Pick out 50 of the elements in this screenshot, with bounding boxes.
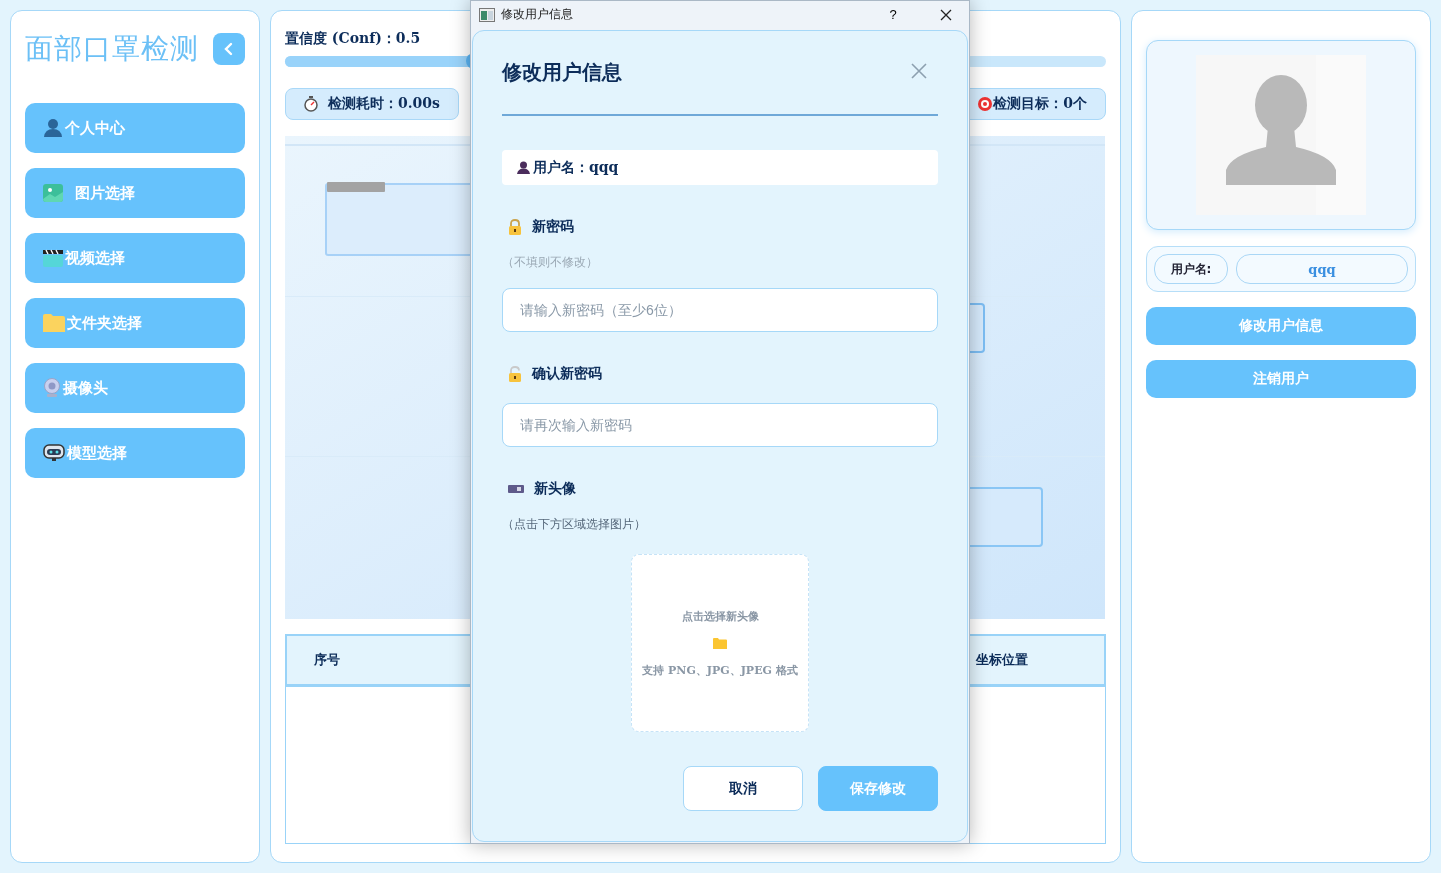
close-icon	[940, 8, 952, 21]
avatar-upload-area[interactable]: 点击选择新头像 支持 PNG、JPG、JPEG 格式	[631, 554, 809, 732]
upload-formats: 支持 PNG、JPG、JPEG 格式	[642, 662, 798, 678]
stopwatch-icon	[304, 96, 318, 112]
menu-button[interactable]: 摄像头	[25, 363, 245, 413]
menu-button[interactable]: 视频选择	[25, 233, 245, 283]
field-label: 确认新密码	[532, 365, 602, 383]
id-card-icon	[508, 485, 524, 493]
detection-time-stat: 检测耗时：0.00s	[285, 88, 459, 120]
cancel-button[interactable]: 取消	[683, 766, 803, 811]
webcam-icon	[43, 378, 61, 398]
chevron-left-icon	[223, 42, 235, 56]
field-hint: （点击下方区域选择图片）	[502, 516, 647, 532]
field-label: 新密码	[532, 218, 574, 236]
column-header: 序号	[314, 651, 341, 669]
help-button[interactable]: ?	[873, 1, 913, 28]
window-title: 修改用户信息	[501, 6, 574, 23]
app-title: 面部口罩检测	[25, 31, 199, 67]
field-hint: （不填则不修改）	[502, 254, 599, 270]
robot-icon	[43, 444, 65, 462]
menu-button[interactable]: 图片选择	[25, 168, 245, 218]
target-icon	[977, 96, 994, 112]
dialog-heading: 修改用户信息	[502, 58, 622, 86]
padlock-icon	[508, 219, 522, 235]
folder-icon	[43, 314, 65, 332]
image-icon	[43, 184, 63, 202]
menu-button[interactable]: 个人中心	[25, 103, 245, 153]
folder-icon	[713, 637, 727, 649]
profile-button[interactable]: 修改用户信息	[1146, 307, 1416, 345]
menu-button[interactable]: 模型选择	[25, 428, 245, 478]
window-icon	[479, 7, 495, 22]
column-header: 坐标位置	[976, 651, 1029, 669]
password-field[interactable]: 请再次输入新密码	[502, 403, 938, 447]
save-button[interactable]: 保存修改	[818, 766, 938, 811]
confidence-label: 置信度 (Conf)：0.5	[285, 29, 422, 48]
password-field[interactable]: 请输入新密码（至少6位）	[502, 288, 938, 332]
close-icon	[911, 63, 927, 79]
upload-title: 点击选择新头像	[681, 608, 759, 624]
person-icon	[517, 161, 530, 174]
menu-button[interactable]: 文件夹选择	[25, 298, 245, 348]
padlock-icon	[508, 366, 522, 382]
person-icon	[43, 118, 63, 138]
profile-button[interactable]: 注销用户	[1146, 360, 1416, 398]
collapse-button[interactable]	[213, 33, 245, 65]
username-info: 用户名：qqq	[502, 150, 938, 185]
username-value: qqq	[1236, 254, 1408, 284]
username-label: 用户名:	[1154, 254, 1228, 284]
clapperboard-icon	[43, 249, 63, 267]
field-label: 新头像	[534, 480, 576, 498]
close-button[interactable]	[910, 63, 928, 81]
